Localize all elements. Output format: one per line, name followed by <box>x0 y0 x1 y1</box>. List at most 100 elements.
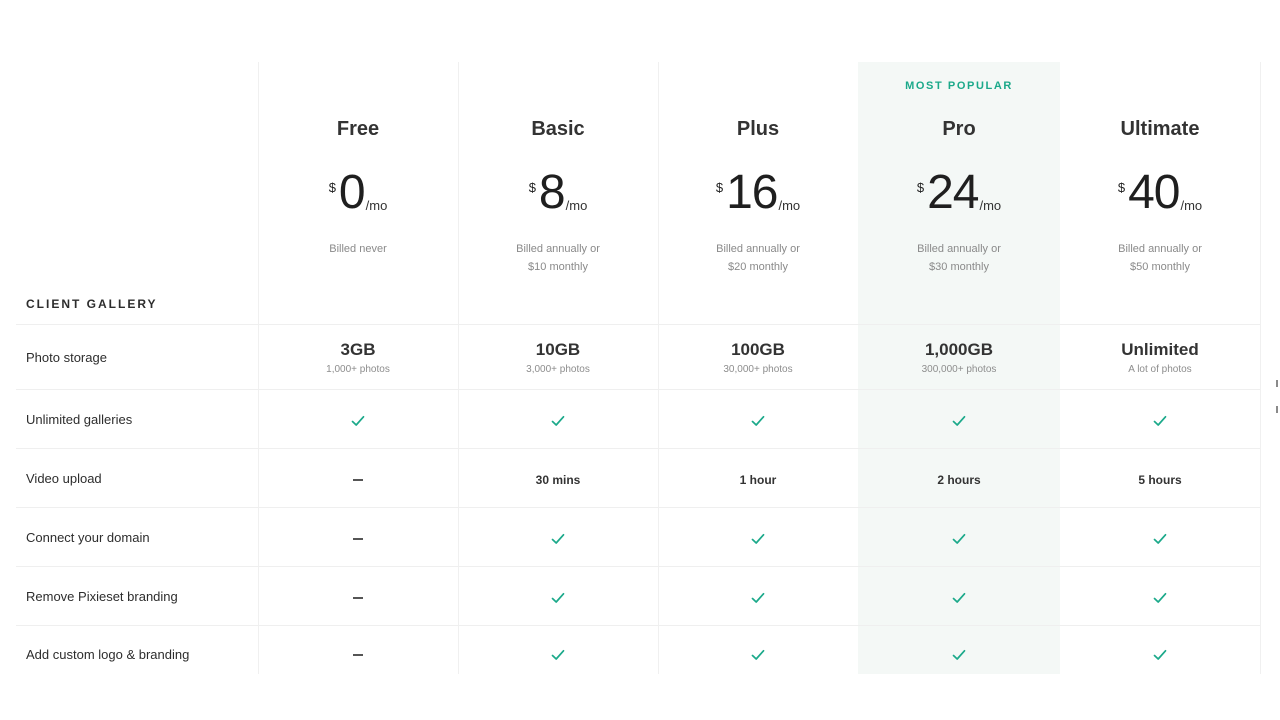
feature-value: 1 hour <box>739 473 777 487</box>
feature-row: Add custom logo & branding <box>16 625 1260 675</box>
check-icon <box>1153 415 1167 426</box>
feature-cell-ultimate: 5 hours <box>1060 471 1260 489</box>
storage-photo-count: 1,000+ photos <box>326 364 390 375</box>
feature-cell-plus <box>658 589 858 607</box>
feature-cell-free <box>258 530 458 548</box>
feature-label: Connect your domain <box>26 530 150 545</box>
feature-row: Remove Pixieset branding <box>16 566 1260 626</box>
feature-cell-plus <box>658 412 858 430</box>
plan-name: Ultimate <box>1120 118 1200 140</box>
plan-price: $ 8 /mo <box>458 165 658 221</box>
plan-price: $ 16 /mo <box>658 165 858 221</box>
storage-amount: Unlimited <box>1121 340 1199 359</box>
billing-line: Billed annually or <box>1118 243 1202 255</box>
billing-line: $10 monthly <box>528 261 588 273</box>
check-icon <box>952 649 966 660</box>
price-amount: 16 <box>726 166 778 219</box>
feature-cell-pro: 2 hours <box>859 471 1059 489</box>
feature-cell-basic <box>458 530 658 548</box>
feature-cell-pro: 1,000GB 300,000+ photos <box>859 340 1059 375</box>
feature-label: Add custom logo & branding <box>26 647 190 662</box>
billing-line: $50 monthly <box>1130 261 1190 273</box>
check-icon <box>551 415 565 426</box>
feature-cell-basic: 30 mins <box>458 471 658 489</box>
plan-header-plus: Plus $ 16 /mo Billed annually or $20 mon… <box>658 62 858 324</box>
pricing-table: MOST POPULAR Free $ 0 /mo Billed never B… <box>16 62 1261 675</box>
check-icon <box>751 592 765 603</box>
edge-mark <box>1276 380 1278 387</box>
price-amount: 0 <box>338 166 366 219</box>
feature-cell-pro <box>859 530 1059 548</box>
check-icon <box>751 415 765 426</box>
currency-symbol: $ <box>715 180 724 195</box>
column-divider <box>1260 62 1261 674</box>
feature-value: 5 hours <box>1138 473 1182 487</box>
plan-header-ultimate: Ultimate $ 40 /mo Billed annually or $50… <box>1060 62 1260 324</box>
feature-cell-basic <box>458 646 658 664</box>
plan-price: $ 24 /mo <box>859 165 1059 221</box>
price-period: /mo <box>565 198 588 213</box>
price-period: /mo <box>1180 198 1203 213</box>
feature-cell-plus <box>658 646 858 664</box>
billing-line: Billed annually or <box>516 243 600 255</box>
currency-symbol: $ <box>1117 180 1126 195</box>
storage-photo-count: A lot of photos <box>1128 364 1192 375</box>
currency-symbol: $ <box>328 180 336 195</box>
currency-symbol: $ <box>916 180 925 195</box>
feature-cell-ultimate: Unlimited A lot of photos <box>1060 340 1260 375</box>
feature-label: Remove Pixieset branding <box>26 589 178 604</box>
billing-line: $30 monthly <box>929 261 989 273</box>
feature-row: Unlimited galleries <box>16 389 1260 449</box>
check-icon <box>751 533 765 544</box>
billing-note: Billed never <box>258 240 458 258</box>
check-icon <box>1153 533 1167 544</box>
billing-line: Billed annually or <box>716 243 800 255</box>
feature-cell-basic <box>458 589 658 607</box>
billing-note: Billed annually or $10 monthly <box>458 240 658 276</box>
storage-amount: 1,000GB <box>924 340 994 359</box>
billing-note: Billed annually or $20 monthly <box>658 240 858 276</box>
check-icon <box>551 649 565 660</box>
billing-line: Billed annually or <box>917 243 1001 255</box>
feature-cell-free: 3GB 1,000+ photos <box>258 340 458 375</box>
check-icon <box>952 592 966 603</box>
feature-cell-ultimate <box>1060 589 1260 607</box>
check-icon <box>1153 592 1167 603</box>
check-icon <box>551 533 565 544</box>
storage-amount: 100GB <box>731 340 785 359</box>
check-icon <box>351 415 365 426</box>
plan-name: Free <box>336 118 380 140</box>
plan-name: Basic <box>531 118 585 140</box>
feature-cell-free <box>258 412 458 430</box>
feature-value: 30 mins <box>535 473 581 487</box>
feature-cell-basic <box>458 412 658 430</box>
feature-label: Unlimited galleries <box>26 412 133 427</box>
feature-cell-ultimate <box>1060 646 1260 664</box>
billing-note: Billed annually or $30 monthly <box>859 240 1059 276</box>
plan-name: Plus <box>736 118 780 140</box>
currency-symbol: $ <box>528 180 536 195</box>
edge-mark <box>1276 406 1278 413</box>
feature-cell-basic: 10GB 3,000+ photos <box>458 340 658 375</box>
check-icon <box>1153 649 1167 660</box>
plan-price: $ 0 /mo <box>258 165 458 221</box>
feature-cell-pro <box>859 412 1059 430</box>
price-amount: 24 <box>927 166 979 219</box>
feature-label: Photo storage <box>26 350 107 365</box>
plan-name: Pro <box>942 118 976 140</box>
price-period: /mo <box>365 198 388 213</box>
plan-price: $ 40 /mo <box>1060 165 1260 221</box>
feature-row: Connect your domain <box>16 507 1260 567</box>
dash-icon <box>353 597 363 599</box>
dash-icon <box>353 479 363 481</box>
section-title: CLIENT GALLERY <box>26 297 158 311</box>
dash-icon <box>353 654 363 656</box>
plan-header-free: Free $ 0 /mo Billed never <box>258 62 458 324</box>
check-icon <box>751 649 765 660</box>
check-icon <box>952 533 966 544</box>
billing-line: $20 monthly <box>728 261 788 273</box>
feature-cell-free <box>258 589 458 607</box>
feature-cell-free <box>258 646 458 664</box>
storage-photo-count: 30,000+ photos <box>723 364 793 375</box>
dash-icon <box>353 538 363 540</box>
